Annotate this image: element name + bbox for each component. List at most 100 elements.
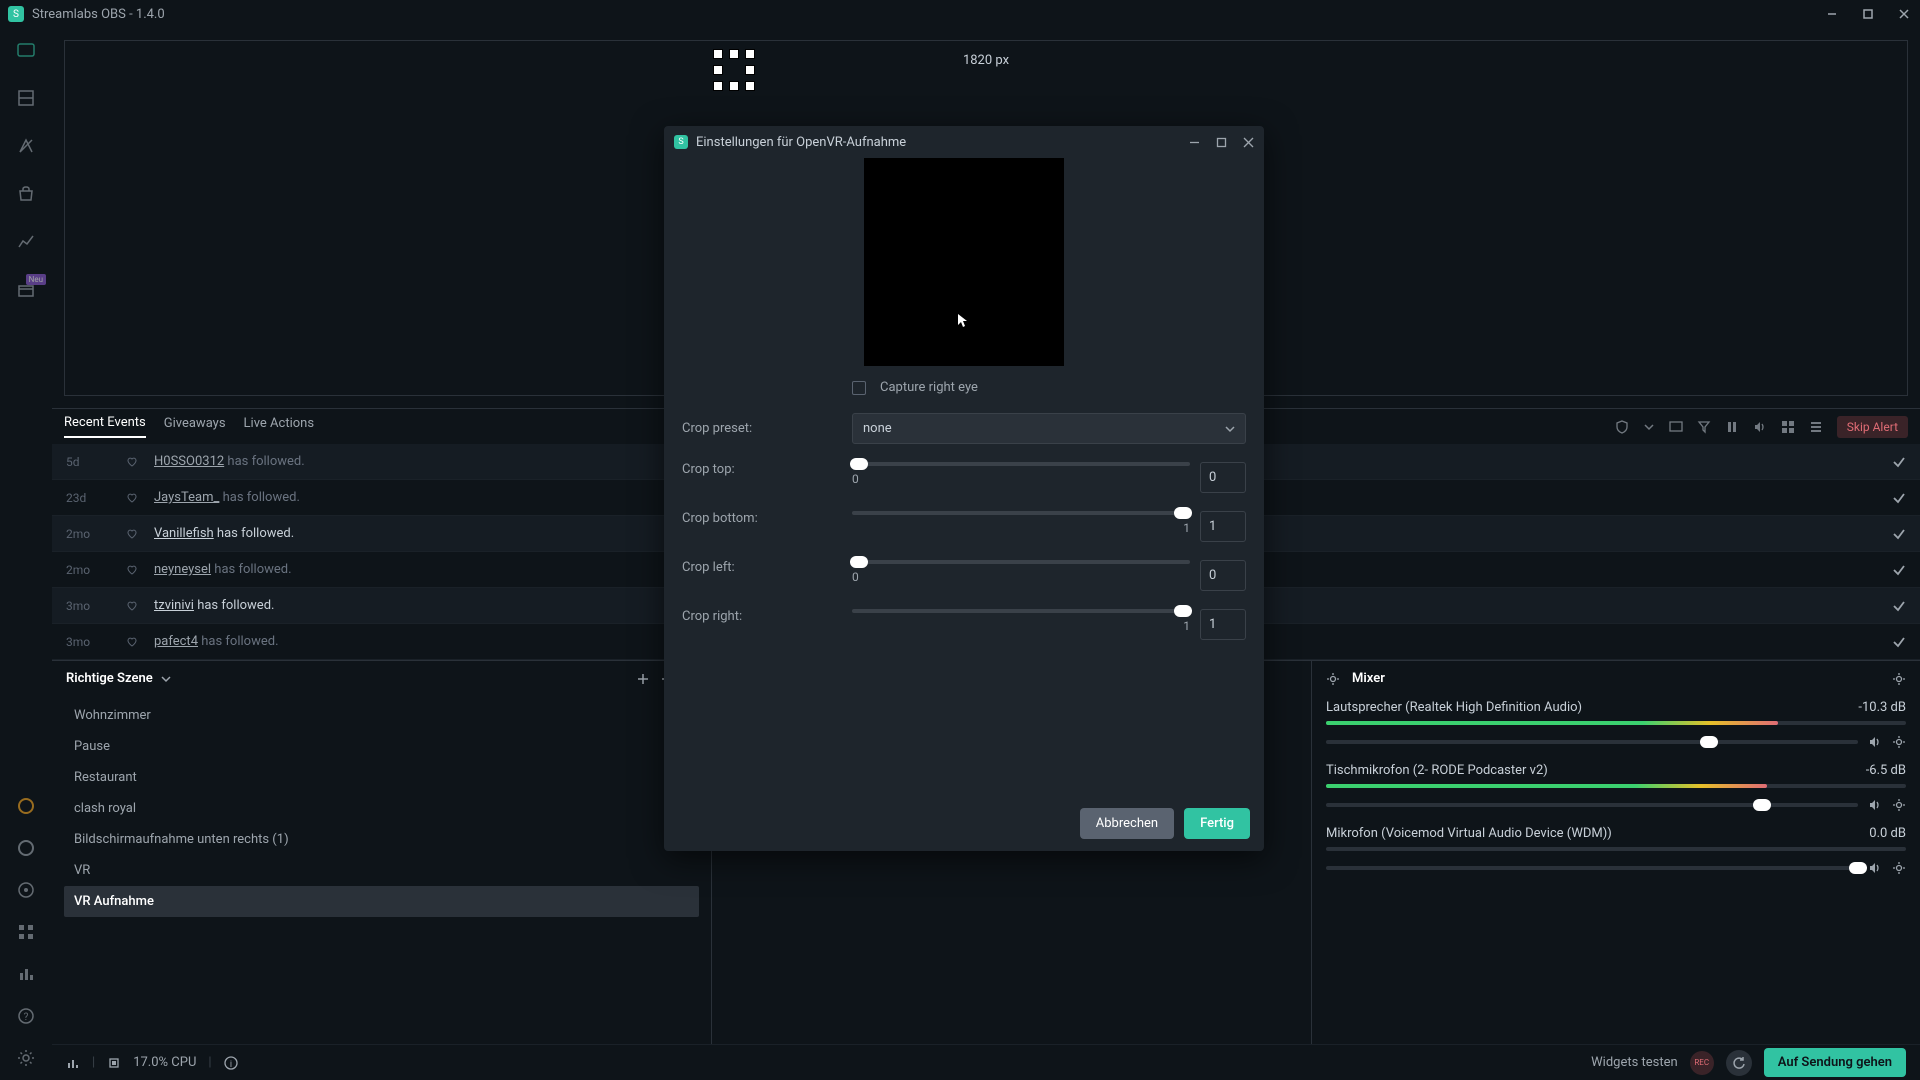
left-rail: Neu ?: [0, 28, 52, 1080]
crop-right-slider[interactable]: [852, 609, 1190, 613]
scene-item[interactable]: clash royal: [64, 793, 699, 824]
event-check-icon[interactable]: [1892, 635, 1906, 649]
shield-icon[interactable]: [1615, 420, 1629, 434]
screen-icon[interactable]: [1669, 420, 1683, 434]
track-settings-icon[interactable]: [1892, 798, 1906, 812]
event-user[interactable]: H0SSO0312: [154, 454, 224, 469]
crop-bottom-input[interactable]: 1: [1200, 511, 1246, 542]
layout-icon[interactable]: [16, 88, 36, 108]
event-user[interactable]: tzvinivi: [154, 598, 194, 613]
chat-icon[interactable]: [16, 880, 36, 900]
event-user[interactable]: JaysTeam_: [154, 490, 219, 505]
status-circle-2[interactable]: [16, 838, 36, 858]
event-user[interactable]: neyneysel: [154, 562, 211, 577]
event-check-icon[interactable]: [1892, 527, 1906, 541]
scene-item[interactable]: Wohnzimmer: [64, 700, 699, 731]
svg-text:?: ?: [24, 1012, 29, 1023]
add-scene-icon[interactable]: [637, 673, 649, 685]
mute-icon[interactable]: [1868, 861, 1882, 875]
scene-item[interactable]: Bildschirmaufnahme unten rechts (1): [64, 824, 699, 855]
volume-slider[interactable]: [1326, 740, 1858, 744]
event-text: has followed.: [201, 634, 278, 649]
replay-buffer-button[interactable]: [1726, 1050, 1752, 1076]
tab-giveaways[interactable]: Giveaways: [164, 416, 226, 437]
mixer-advanced-icon[interactable]: [1326, 672, 1340, 686]
info-icon[interactable]: i: [224, 1056, 238, 1070]
volume-slider[interactable]: [1326, 803, 1858, 807]
track-name: Tischmikrofon (2- RODE Podcaster v2): [1326, 763, 1548, 778]
status-circle-1[interactable]: [16, 796, 36, 816]
pause-icon[interactable]: [1725, 420, 1739, 434]
app-title: Streamlabs OBS - 1.4.0: [32, 7, 165, 22]
crop-top-input[interactable]: 0: [1200, 462, 1246, 493]
event-text: has followed.: [217, 526, 294, 541]
volume-icon[interactable]: [1753, 420, 1767, 434]
mute-icon[interactable]: [1868, 798, 1882, 812]
event-user[interactable]: pafect4: [154, 634, 198, 649]
audio-meter: [1326, 847, 1906, 851]
settings-icon[interactable]: [16, 1048, 36, 1068]
mixer-settings-icon[interactable]: [1892, 672, 1906, 686]
chevron-down-icon[interactable]: [1643, 421, 1655, 433]
apps-icon[interactable]: Neu: [16, 280, 36, 300]
grid-icon[interactable]: [16, 922, 36, 942]
list-view-icon[interactable]: [1809, 420, 1823, 434]
event-check-icon[interactable]: [1892, 491, 1906, 505]
stats-icon[interactable]: [16, 964, 36, 984]
footer: | 17.0% CPU | i Widgets testen REC Auf S…: [52, 1044, 1920, 1080]
help-icon[interactable]: ?: [16, 1006, 36, 1026]
event-check-icon[interactable]: [1892, 455, 1906, 469]
event-user[interactable]: Vanillefish: [154, 526, 214, 541]
scene-collection-title[interactable]: Richtige Szene: [66, 671, 153, 686]
crop-left-slider[interactable]: [852, 560, 1190, 564]
skip-alert-button[interactable]: Skip Alert: [1837, 416, 1908, 438]
modal-minimize-icon[interactable]: [1189, 137, 1200, 148]
grid-view-icon[interactable]: [1781, 420, 1795, 434]
cpu-usage: 17.0% CPU: [133, 1055, 196, 1070]
test-widgets-button[interactable]: Widgets testen: [1591, 1055, 1678, 1070]
capture-right-eye-checkbox[interactable]: [852, 381, 866, 395]
maximize-icon[interactable]: [1860, 6, 1876, 22]
scene-item[interactable]: VR: [64, 855, 699, 886]
minimize-icon[interactable]: [1824, 6, 1840, 22]
crop-top-slider[interactable]: [852, 462, 1190, 466]
dashboard-icon[interactable]: [16, 232, 36, 252]
go-live-button[interactable]: Auf Sendung gehen: [1764, 1048, 1906, 1077]
tab-recent-events[interactable]: Recent Events: [64, 415, 146, 438]
chevron-down-icon[interactable]: [161, 674, 171, 684]
cancel-button[interactable]: Abbrechen: [1080, 808, 1174, 839]
event-check-icon[interactable]: [1892, 563, 1906, 577]
modal-maximize-icon[interactable]: [1216, 137, 1227, 148]
crop-preset-select[interactable]: none: [852, 413, 1246, 444]
stats-bars-icon[interactable]: [66, 1056, 80, 1070]
tab-live-actions[interactable]: Live Actions: [244, 416, 315, 437]
crop-bottom-slider[interactable]: [852, 511, 1190, 515]
event-check-icon[interactable]: [1892, 599, 1906, 613]
mute-icon[interactable]: [1868, 735, 1882, 749]
cpu-icon: [107, 1056, 121, 1070]
volume-slider[interactable]: [1326, 866, 1858, 870]
crop-right-input[interactable]: 1: [1200, 609, 1246, 640]
scene-item[interactable]: Restaurant: [64, 762, 699, 793]
crop-left-label: Crop left:: [682, 560, 838, 575]
store-icon[interactable]: [16, 184, 36, 204]
track-settings-icon[interactable]: [1892, 861, 1906, 875]
track-settings-icon[interactable]: [1892, 735, 1906, 749]
capture-right-eye-label: Capture right eye: [880, 380, 978, 395]
heart-icon: [126, 564, 142, 576]
close-icon[interactable]: [1896, 6, 1912, 22]
done-button[interactable]: Fertig: [1184, 808, 1250, 839]
record-button[interactable]: REC: [1690, 1051, 1714, 1075]
heart-icon: [126, 636, 142, 648]
editor-icon[interactable]: [16, 40, 36, 60]
track-db: 0.0 dB: [1869, 826, 1906, 841]
event-time: 5d: [66, 455, 114, 469]
cursor-icon: [958, 314, 968, 328]
scene-item[interactable]: VR Aufnahme: [64, 886, 699, 917]
themes-icon[interactable]: [16, 136, 36, 156]
modal-close-icon[interactable]: [1243, 137, 1254, 148]
scene-item[interactable]: Pause: [64, 731, 699, 762]
source-handles[interactable]: [713, 49, 757, 93]
filter-icon[interactable]: [1697, 420, 1711, 434]
crop-left-input[interactable]: 0: [1200, 560, 1246, 591]
